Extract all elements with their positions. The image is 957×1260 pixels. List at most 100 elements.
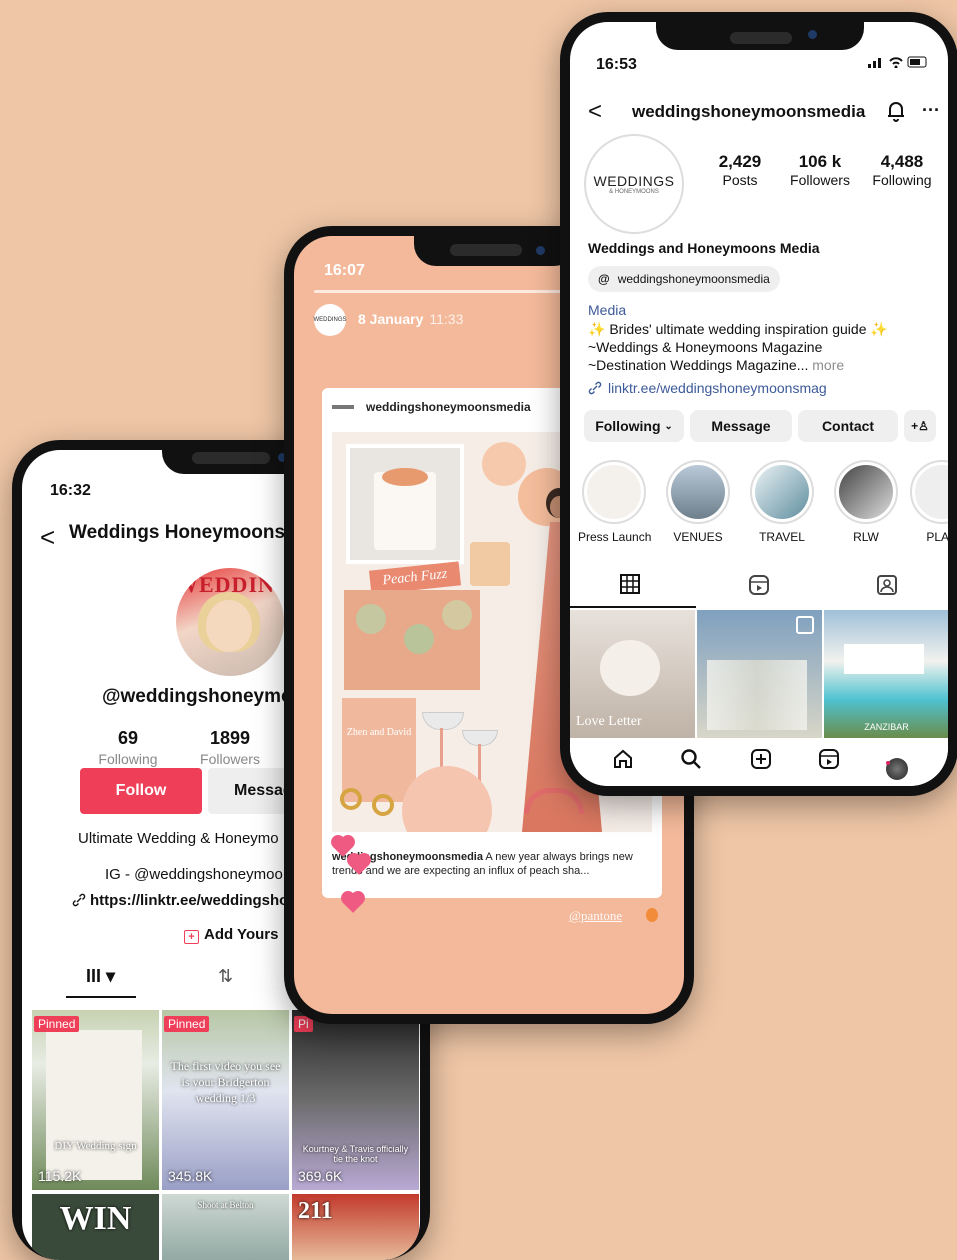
posts-label: Posts xyxy=(722,172,758,188)
more-icon[interactable]: ··· xyxy=(922,100,940,121)
followers-count: 1899 xyxy=(209,728,251,748)
bio-line-3: ~Destination Weddings Magazine... more xyxy=(588,357,845,373)
view-count: 345.8K xyxy=(168,1168,213,1184)
instagram-phone: 16:53 < weddingshoneymoonsmedia ··· WEDD… xyxy=(560,12,957,796)
following-button[interactable]: Following ⌄ xyxy=(584,410,684,442)
avatar[interactable]: WEDDING xyxy=(176,568,284,676)
threads-icon: @ xyxy=(598,272,610,286)
highlight-item[interactable]: Press Launch xyxy=(578,460,651,544)
video-caption: The first video you see is your Bridgert… xyxy=(170,1059,281,1105)
post-tile[interactable] xyxy=(697,610,822,738)
threads-badge[interactable]: @ weddingshoneymoonsmedia xyxy=(588,266,780,292)
profile-link-text: linktr.ee/weddingshoneymoonsmag xyxy=(608,380,827,396)
view-count: 115.2K xyxy=(38,1168,82,1184)
followers-stat[interactable]: 106 k Followers xyxy=(784,152,856,188)
heart-sticker xyxy=(343,893,363,913)
add-yours-label: Add Yours xyxy=(204,926,279,943)
shared-post-user: weddingshoneymoonsmedia xyxy=(366,400,531,414)
create-icon[interactable] xyxy=(750,748,772,776)
profile-handle: @weddingshoneymoo xyxy=(102,686,305,707)
video-caption: Shoot at Belton xyxy=(197,1200,254,1210)
video-tile[interactable]: The first video you see is your Bridgert… xyxy=(162,1010,289,1190)
avatar-word: WEDDINGS xyxy=(593,173,675,189)
highlight-item[interactable]: TRAVEL xyxy=(746,460,818,544)
signal-battery-icon xyxy=(868,56,930,71)
story-date: 8 January 11:33 xyxy=(358,311,464,327)
tagged-icon[interactable] xyxy=(876,574,898,601)
video-tile[interactable]: Shoot at Belton xyxy=(162,1194,289,1260)
status-time: 16:53 xyxy=(596,56,637,73)
profile-link[interactable]: https://linktr.ee/weddingsho xyxy=(72,892,288,909)
video-caption: WIN xyxy=(59,1200,132,1237)
bell-icon[interactable] xyxy=(886,100,906,127)
phone-notch xyxy=(656,12,864,50)
highlight-label: TRAVEL xyxy=(759,530,805,544)
highlight-item[interactable]: VENUES xyxy=(662,460,734,544)
video-tile[interactable]: Kourtney & Travis officially tie the kno… xyxy=(292,1010,419,1190)
following-stat[interactable]: 69 Following xyxy=(90,728,166,767)
avatar-face xyxy=(206,600,252,652)
following-stat[interactable]: 4,488 Following xyxy=(866,152,938,188)
instagram-screen: 16:53 < weddingshoneymoonsmedia ··· WEDD… xyxy=(570,22,948,786)
view-count: 369.6K xyxy=(298,1168,343,1184)
profile-category: Media xyxy=(588,302,627,318)
reels-nav-icon[interactable] xyxy=(818,748,840,776)
posts-count: 2,429 xyxy=(718,152,762,171)
highlight-item[interactable]: RLW xyxy=(830,460,902,544)
following-count: 4,488 xyxy=(880,152,924,171)
followers-count: 106 k xyxy=(798,152,842,171)
highlight-item[interactable]: PLAN xyxy=(906,460,948,544)
tab-underline xyxy=(66,996,136,998)
phone-notch xyxy=(414,226,576,266)
posts-stat[interactable]: 2,429 Posts xyxy=(710,152,770,188)
avatar[interactable]: WEDDINGS & HONEYMOONS xyxy=(584,134,684,234)
post-tile[interactable]: ZANZIBAR xyxy=(824,610,948,738)
profile-link[interactable]: linktr.ee/weddingshoneymoonsmag xyxy=(588,380,827,396)
profile-link-text: https://linktr.ee/weddingsho xyxy=(90,892,289,909)
profile-ig-line: IG - @weddingshoneymoo xyxy=(105,866,283,883)
more-link[interactable]: more xyxy=(812,357,844,373)
shared-post-caption: weddingshoneymoonsmedia A new year alway… xyxy=(332,851,633,877)
story-time: 11:33 xyxy=(429,311,464,327)
home-icon[interactable] xyxy=(612,748,634,776)
contact-button[interactable]: Contact xyxy=(798,410,898,442)
grid-icon[interactable] xyxy=(620,574,640,599)
add-yours-button[interactable]: + Add Yours xyxy=(184,926,278,944)
tab-underline xyxy=(570,606,696,608)
back-icon[interactable]: < xyxy=(588,98,602,126)
reels-icon[interactable] xyxy=(748,574,770,601)
highlight-label: RLW xyxy=(853,530,879,544)
threads-handle: weddingshoneymoonsmedia xyxy=(617,272,770,286)
pinned-badge: Pinned xyxy=(34,1016,80,1032)
message-button[interactable]: Message xyxy=(690,410,792,442)
invitation-card: Zhen and David xyxy=(342,698,416,802)
peach-emoji-icon xyxy=(646,908,658,922)
video-caption: DIY Wedding sign xyxy=(54,1140,137,1152)
link-icon xyxy=(72,893,86,907)
post-caption: ZANZIBAR xyxy=(864,722,909,732)
video-tile[interactable]: DIY Wedding sign Pinned 115.2K xyxy=(32,1010,159,1190)
follow-button[interactable]: Follow xyxy=(80,768,202,814)
profile-bio: ✨ Brides' ultimate wedding inspiration g… xyxy=(588,320,888,374)
tab-videos[interactable]: III ▾ xyxy=(86,966,115,987)
video-tile[interactable]: 211 xyxy=(292,1194,419,1260)
back-icon[interactable]: < xyxy=(40,522,55,553)
post-tile[interactable]: Love Letter xyxy=(570,610,695,738)
followers-stat[interactable]: 1899 Followers xyxy=(192,728,268,767)
following-count: 69 xyxy=(117,728,139,748)
chevron-down-icon: ⌄ xyxy=(664,420,673,432)
search-icon[interactable] xyxy=(680,748,702,776)
profile-bio: Ultimate Wedding & Honeymo xyxy=(78,830,279,847)
add-friend-icon[interactable]: +♙ xyxy=(904,410,936,442)
story-avatar[interactable]: WEDDINGS xyxy=(314,304,347,336)
avatar-masthead: WEDDING xyxy=(176,572,284,597)
pantone-mention[interactable]: @pantone xyxy=(569,908,622,924)
video-tile[interactable]: WIN xyxy=(32,1194,159,1260)
bio-line-2: ~Weddings & Honeymoons Magazine xyxy=(588,339,823,355)
add-yours-icon: + xyxy=(184,930,199,944)
post-caption: Love Letter xyxy=(576,714,642,729)
reels-badge-icon xyxy=(796,616,814,634)
avatar-subword: & HONEYMOONS xyxy=(609,189,659,195)
profile-username: weddingshoneymoonsmedia xyxy=(632,102,866,121)
repost-icon[interactable]: ⇅ xyxy=(218,966,233,987)
